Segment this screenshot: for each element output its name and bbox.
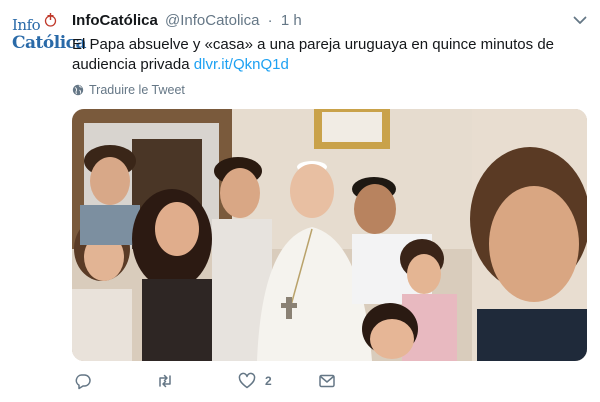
tweet-photo[interactable] [72,109,587,361]
tweet-timestamp[interactable]: 1 h [281,12,302,29]
translate-label: Traduire le Tweet [89,83,185,97]
avatar[interactable]: Info Católica [12,12,87,62]
tweet-header: InfoCatólica @InfoCatolica · 1 h [72,12,302,30]
photo-illustration [72,109,587,361]
cross-logo-icon [44,13,57,27]
tweet-link[interactable]: dlvr.it/QknQ1d [194,56,289,73]
heart-icon [238,372,256,389]
chevron-down-icon[interactable] [572,12,588,28]
direct-message-button[interactable] [318,372,336,390]
tweet-actions: 2 [72,372,372,392]
globe-icon [72,84,84,96]
user-handle[interactable]: @InfoCatolica [165,12,259,29]
like-button[interactable]: 2 [238,372,272,390]
reply-icon [75,374,91,390]
retweet-button[interactable] [156,372,174,390]
reply-button[interactable] [74,372,92,390]
display-name[interactable]: InfoCatólica [72,12,158,29]
translate-tweet-link[interactable]: Traduire le Tweet [72,83,185,97]
like-count: 2 [265,374,272,388]
envelope-icon [319,374,335,388]
tweet-card[interactable]: Info Católica InfoCatólica @InfoCatolica… [0,0,600,402]
retweet-icon [159,374,171,388]
header-separator: · [267,12,273,29]
avatar-text-info: Info [12,16,41,34]
tweet-body: El Papa absuelve y «casa» a una pareja u… [72,36,554,73]
tweet-text: El Papa absuelve y «casa» a una pareja u… [72,35,582,75]
